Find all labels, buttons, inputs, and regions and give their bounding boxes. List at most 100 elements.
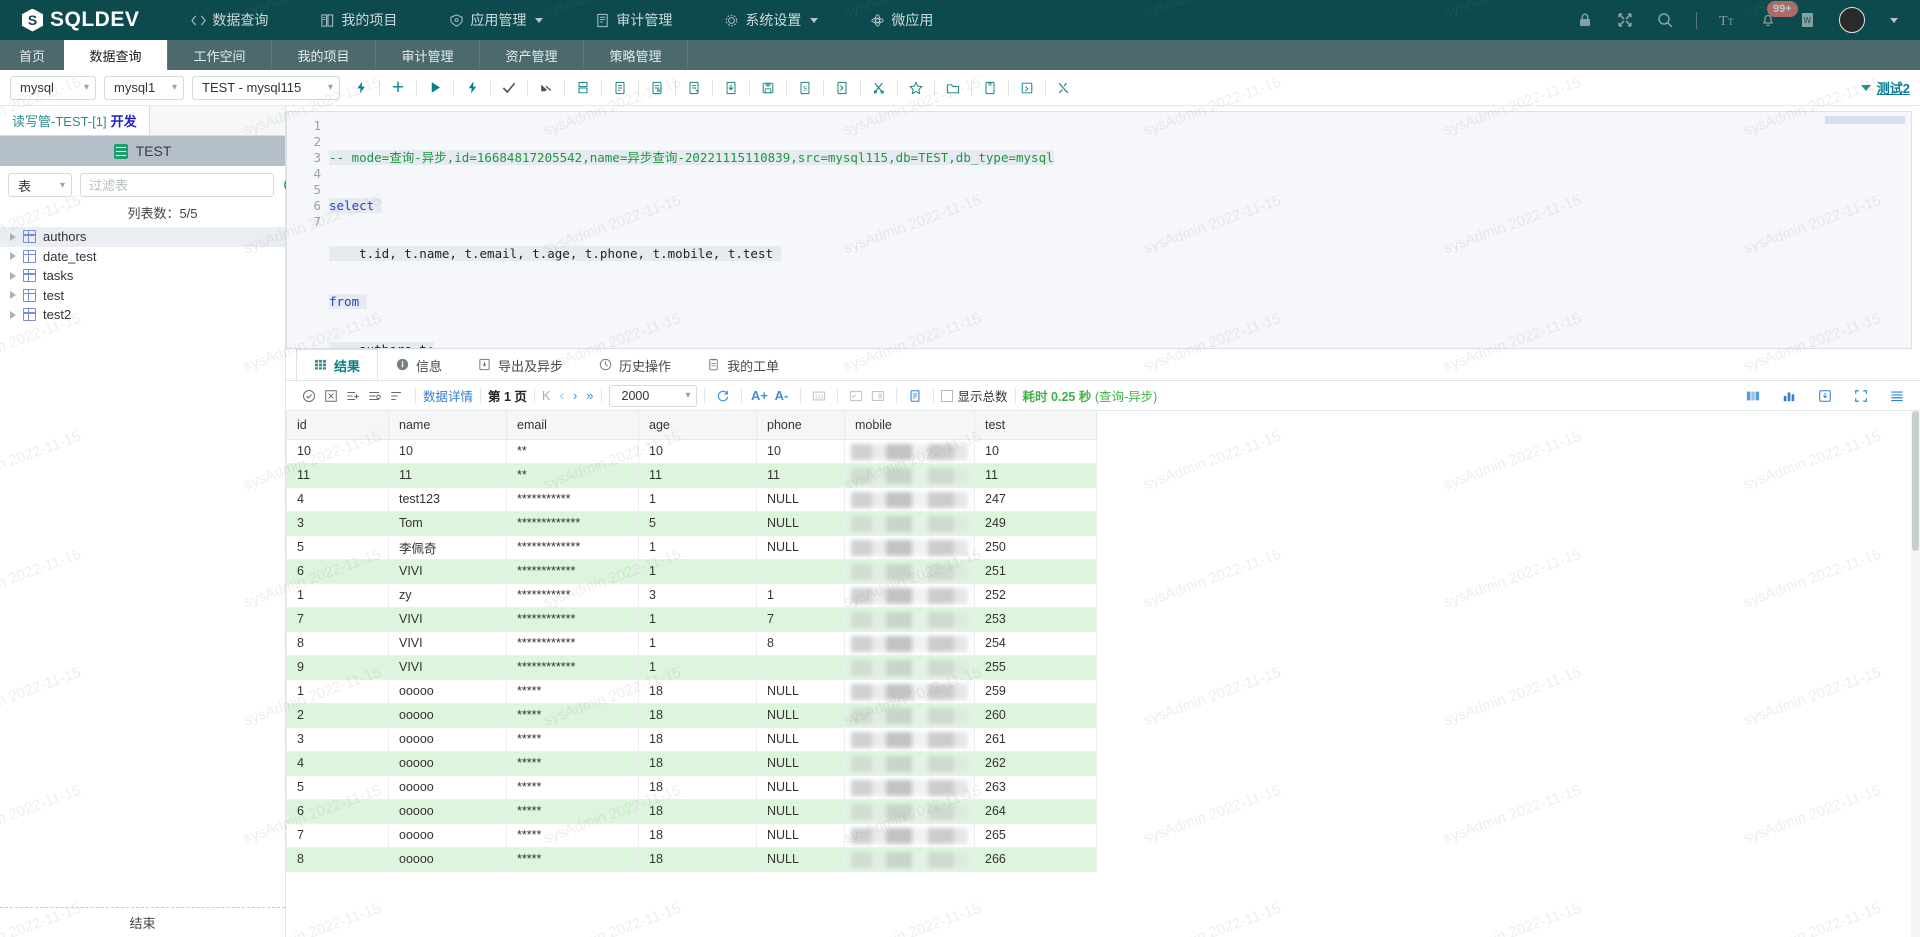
table-cell-age[interactable]: 18 [638,678,757,704]
prev-page-button[interactable]: ‹ [560,388,564,403]
table-cell-name[interactable]: 11 [388,462,507,488]
table-cell-phone[interactable]: NULL [756,798,845,824]
schema-select[interactable]: TEST - mysql115 ▾ [192,75,340,100]
file-icon[interactable] [977,75,1003,101]
table-cell-test[interactable]: 260 [974,702,1097,728]
font-decrease-button[interactable]: A- [771,385,793,407]
table-cell-phone[interactable]: NULL [756,750,845,776]
table-cell-name[interactable]: ooooo [388,846,507,872]
table-cell-email[interactable]: ** [506,438,639,464]
add-row-icon[interactable] [342,385,364,407]
page-size-select[interactable]: 2000 ▾ [608,384,697,407]
table-cell-mobile[interactable] [844,558,975,584]
tools-icon[interactable] [866,75,892,101]
table-cell-mobile[interactable] [844,822,975,848]
table-cell-id[interactable]: 2 [286,702,389,728]
sidebar-session-tab[interactable]: 读写管-TEST-[1] 开发 [0,106,150,135]
table-cell-age[interactable]: 10 [638,438,757,464]
nav-item-micro-app[interactable]: 微应用 [844,0,959,40]
db-type-select[interactable]: mysql ▾ [10,75,96,100]
word-doc-icon[interactable]: W [1799,11,1817,29]
chevron-right-icon[interactable] [10,291,16,300]
table-cell-name[interactable]: VIVI [388,654,507,680]
template-icon[interactable] [681,75,707,101]
table-cell-test[interactable]: 252 [974,582,1097,608]
table-cell-test[interactable]: 251 [974,558,1097,584]
table-cell-test[interactable]: 255 [974,654,1097,680]
table-cell-name[interactable]: ooooo [388,702,507,728]
table-cell-test[interactable]: 264 [974,798,1097,824]
tab-audit-management[interactable]: 审计管理 [376,40,480,70]
table-cell-name[interactable]: zy [388,582,507,608]
show-total-checkbox[interactable]: 显示总数 [940,386,1008,405]
table-row[interactable]: 6 ooooo ***** 18 NULL 264 [286,798,1097,824]
copy-icon[interactable] [607,75,633,101]
tab-history[interactable]: 历史操作 [581,349,689,380]
table-cell-mobile[interactable] [844,486,975,512]
save-icon[interactable] [755,75,781,101]
table-cell-phone[interactable]: 7 [756,606,845,632]
select-col-icon[interactable] [867,385,889,407]
expand-icon[interactable] [1616,11,1634,29]
grid-vertical-scrollbar[interactable] [1911,411,1920,937]
tab-export-async[interactable]: 导出及异步 [460,349,581,380]
tree-item-date-test[interactable]: date_test [0,247,285,267]
table-cell-age[interactable]: 1 [638,558,757,584]
add-tab-icon[interactable]: + [385,75,411,101]
column-header-email[interactable]: email [506,411,639,440]
table-cell-test[interactable]: 261 [974,726,1097,752]
tab-results[interactable]: 结果 [296,349,379,380]
table-cell-test[interactable]: 254 [974,630,1097,656]
table-cell-mobile[interactable] [844,534,975,560]
table-cell-email[interactable]: ** [506,462,639,488]
table-cell-id[interactable]: 10 [286,438,389,464]
table-cell-email[interactable]: ************ [506,606,639,632]
paste-icon[interactable] [644,75,670,101]
table-cell-email[interactable]: ***** [506,798,639,824]
tree-item-tasks[interactable]: tasks [0,266,285,286]
table-cell-test[interactable]: 265 [974,822,1097,848]
table-cell-email[interactable]: ***** [506,846,639,872]
table-cell-phone[interactable]: 10 [756,438,845,464]
tab-info[interactable]: 信息 [378,349,460,380]
table-cell-test[interactable]: 10 [974,438,1097,464]
filter-table-input[interactable] [80,173,274,197]
next-page-button[interactable]: › [573,388,577,403]
table-cell-id[interactable]: 5 [286,774,389,800]
table-cell-age[interactable]: 1 [638,534,757,560]
tab-workspace[interactable]: 工作空间 [168,40,272,70]
download-icon[interactable] [718,75,744,101]
tab-policy-management[interactable]: 策略管理 [584,40,688,70]
table-cell-phone[interactable]: 1 [756,582,845,608]
scrollbar-thumb[interactable] [1912,411,1919,551]
table-cell-name[interactable]: VIVI [388,558,507,584]
window-icon[interactable] [1014,75,1040,101]
table-cell-email[interactable]: ***** [506,726,639,752]
table-cell-phone[interactable]: NULL [756,846,845,872]
tab-data-query[interactable]: 数据查询 [64,40,168,70]
export-icon[interactable] [829,75,855,101]
table-cell-id[interactable]: 5 [286,534,389,560]
table-row[interactable]: 8 ooooo ***** 18 NULL 266 [286,846,1097,872]
table-row[interactable]: 8 VIVI ************ 1 8 254 [286,630,1097,656]
table-row[interactable]: 5 李佩奇 ************* 1 NULL 250 [286,534,1097,560]
app-logo[interactable]: S SQLDEV [0,8,165,32]
copy-row-icon[interactable] [364,385,386,407]
table-cell-mobile[interactable] [844,750,975,776]
table-cell-name[interactable]: Tom [388,510,507,536]
nav-item-data-query[interactable]: 数据查询 [165,0,294,40]
tab-asset-management[interactable]: 资产管理 [480,40,584,70]
sql-code-area[interactable]: -- mode=查询-异步,id=16684817205542,name=异步查… [321,112,1911,348]
tab-home[interactable]: 首页 [0,40,64,70]
table-cell-mobile[interactable] [844,726,975,752]
nav-item-audit-management[interactable]: 审计管理 [569,0,698,40]
table-cell-id[interactable]: 1 [286,582,389,608]
table-cell-email[interactable]: ***** [506,750,639,776]
table-cell-age[interactable]: 1 [638,486,757,512]
clear-icon[interactable] [570,75,596,101]
delete-row-icon[interactable] [386,385,408,407]
table-cell-name[interactable]: ooooo [388,678,507,704]
table-cell-id[interactable]: 9 [286,654,389,680]
table-cell-id[interactable]: 8 [286,630,389,656]
column-header-name[interactable]: name [388,411,507,440]
